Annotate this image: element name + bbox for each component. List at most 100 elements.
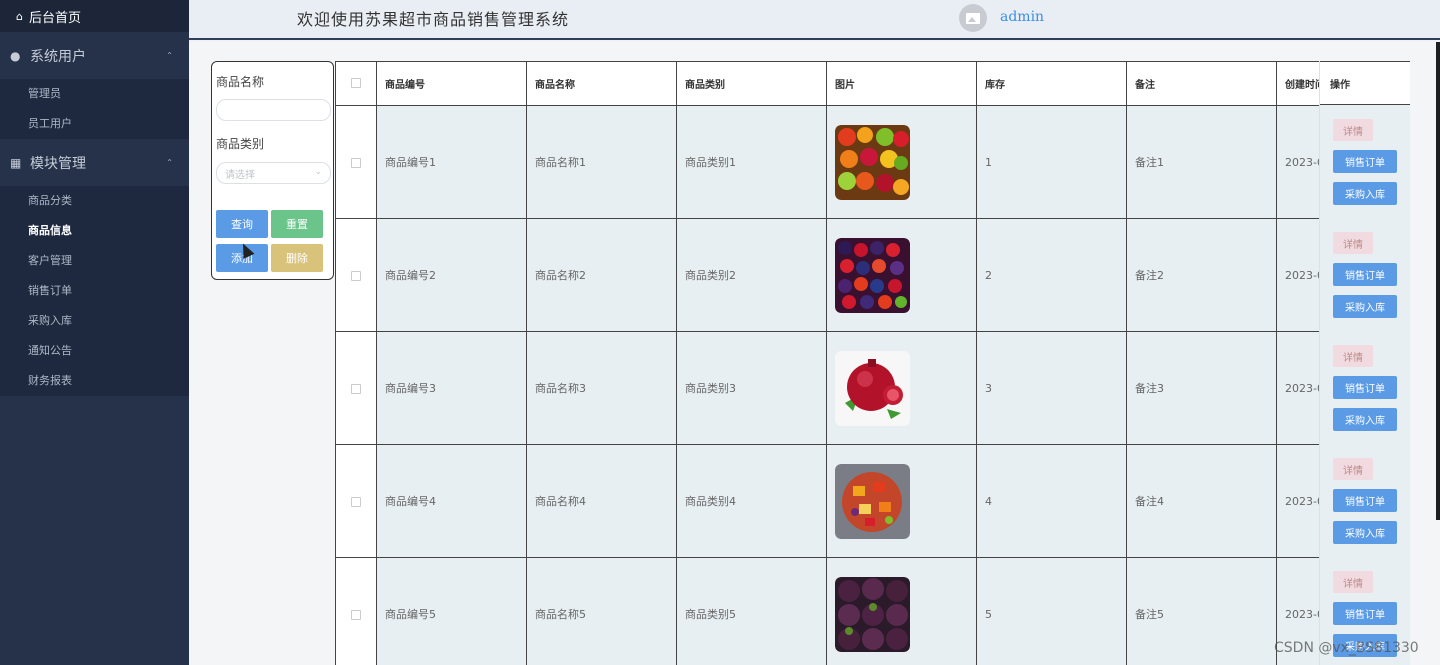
column-header: 商品编号 bbox=[376, 61, 527, 106]
cell-image bbox=[826, 105, 977, 219]
cell-stock: 1 bbox=[976, 105, 1127, 219]
grid-icon: ▦ bbox=[10, 155, 22, 170]
detail-button[interactable]: 详情 bbox=[1333, 345, 1373, 367]
scrollbar[interactable] bbox=[1436, 42, 1440, 520]
select-all-checkbox[interactable] bbox=[335, 61, 377, 106]
cell-name: 商品名称4 bbox=[526, 444, 677, 558]
select-placeholder: 请选择 bbox=[225, 169, 255, 181]
detail-button[interactable]: 详情 bbox=[1333, 119, 1373, 141]
sidebar-item-sales-orders[interactable]: 销售订单 bbox=[0, 276, 189, 306]
main-content: 商品名称 商品类别 请选择 ⌄ 查询 重置 添加 删除 商品编号 商品名称 商品… bbox=[189, 42, 1440, 665]
cell-category: 商品类别5 bbox=[676, 557, 827, 665]
sidebar-item-product-info[interactable]: 商品信息 bbox=[0, 216, 189, 246]
cell-image bbox=[826, 218, 977, 332]
query-button[interactable]: 查询 bbox=[216, 210, 268, 238]
cell-stock: 2 bbox=[976, 218, 1127, 332]
cell-code: 商品编号3 bbox=[376, 331, 527, 445]
purchase-in-button[interactable]: 采购入库 bbox=[1333, 295, 1397, 318]
row-checkbox[interactable] bbox=[335, 444, 377, 558]
detail-button[interactable]: 详情 bbox=[1333, 571, 1373, 593]
detail-button[interactable]: 详情 bbox=[1333, 232, 1373, 254]
cell-note: 备注1 bbox=[1126, 105, 1277, 219]
cell-stock: 4 bbox=[976, 444, 1127, 558]
sales-order-button[interactable]: 销售订单 bbox=[1333, 150, 1397, 173]
cell-code: 商品编号2 bbox=[376, 218, 527, 332]
image-icon bbox=[966, 12, 980, 24]
row-checkbox[interactable] bbox=[335, 218, 377, 332]
product-image[interactable] bbox=[835, 463, 910, 539]
cell-name: 商品名称5 bbox=[526, 557, 677, 665]
operations-column: 操作 详情 销售订单 采购入库 详情 销售订单 采购入库 详情 销售订单 采购入… bbox=[1319, 61, 1410, 665]
cell-name: 商品名称1 bbox=[526, 105, 677, 219]
sidebar-submenu: 管理员 员工用户 bbox=[0, 79, 189, 139]
product-image[interactable] bbox=[835, 124, 910, 200]
sidebar-group-system-users[interactable]: ● 系统用户 ⌃ bbox=[0, 32, 189, 79]
table-row: 商品编号1 商品名称1 商品类别1 1 备注1 2023-0 bbox=[335, 105, 1410, 219]
product-image[interactable] bbox=[835, 576, 910, 652]
purchase-in-button[interactable]: 采购入库 bbox=[1333, 408, 1397, 431]
sidebar-item-admin[interactable]: 管理员 bbox=[0, 79, 189, 109]
detail-button[interactable]: 详情 bbox=[1333, 458, 1373, 480]
table-header-row: 商品编号 商品名称 商品类别 图片 库存 备注 创建时间 bbox=[335, 61, 1410, 106]
cell-code: 商品编号5 bbox=[376, 557, 527, 665]
sidebar-item-customers[interactable]: 客户管理 bbox=[0, 246, 189, 276]
reset-button[interactable]: 重置 bbox=[271, 210, 323, 238]
product-image[interactable] bbox=[835, 237, 910, 313]
cell-name: 商品名称2 bbox=[526, 218, 677, 332]
product-name-input[interactable] bbox=[216, 99, 331, 121]
top-header: 欢迎使用苏果超市商品销售管理系统 admin bbox=[189, 0, 1440, 40]
table-row: 商品编号3 商品名称3 商品类别3 3 备注3 2023-0 bbox=[335, 331, 1410, 445]
avatar[interactable] bbox=[959, 4, 987, 32]
sales-order-button[interactable]: 销售订单 bbox=[1333, 602, 1397, 625]
sidebar-home[interactable]: ⌂ 后台首页 bbox=[0, 0, 189, 32]
cell-note: 备注3 bbox=[1126, 331, 1277, 445]
product-image[interactable] bbox=[835, 350, 910, 426]
row-checkbox[interactable] bbox=[335, 331, 377, 445]
chevron-up-icon: ⌃ bbox=[166, 158, 173, 167]
sidebar-group-modules[interactable]: ▦ 模块管理 ⌃ bbox=[0, 139, 189, 186]
column-header: 备注 bbox=[1126, 61, 1277, 106]
cell-stock: 3 bbox=[976, 331, 1127, 445]
column-header: 商品名称 bbox=[526, 61, 677, 106]
cell-category: 商品类别4 bbox=[676, 444, 827, 558]
page-title: 欢迎使用苏果超市商品销售管理系统 bbox=[297, 10, 570, 29]
user-icon: ● bbox=[10, 48, 21, 63]
purchase-in-button[interactable]: 采购入库 bbox=[1333, 182, 1397, 205]
cell-note: 备注2 bbox=[1126, 218, 1277, 332]
column-header: 操作 bbox=[1320, 61, 1410, 105]
product-category-label: 商品类别 bbox=[216, 137, 265, 151]
sales-order-button[interactable]: 销售订单 bbox=[1333, 489, 1397, 512]
search-panel: 商品名称 商品类别 请选择 ⌄ 查询 重置 添加 删除 bbox=[211, 61, 334, 280]
table-row: 商品编号5 商品名称5 商品类别5 5 备注5 2023-0 bbox=[335, 557, 1410, 665]
delete-button[interactable]: 删除 bbox=[271, 244, 323, 272]
sales-order-button[interactable]: 销售订单 bbox=[1333, 376, 1397, 399]
cell-category: 商品类别1 bbox=[676, 105, 827, 219]
row-actions: 详情 销售订单 采购入库 bbox=[1320, 105, 1410, 218]
row-checkbox[interactable] bbox=[335, 105, 377, 219]
column-header: 商品类别 bbox=[676, 61, 827, 106]
sidebar-item-finance[interactable]: 财务报表 bbox=[0, 366, 189, 396]
sidebar-item-notices[interactable]: 通知公告 bbox=[0, 336, 189, 366]
username[interactable]: admin bbox=[1000, 9, 1044, 25]
home-icon: ⌂ bbox=[16, 9, 23, 23]
column-header: 图片 bbox=[826, 61, 977, 106]
row-checkbox[interactable] bbox=[335, 557, 377, 665]
sidebar-home-label: 后台首页 bbox=[28, 10, 81, 26]
sidebar-item-staff[interactable]: 员工用户 bbox=[0, 109, 189, 139]
sidebar-group-label: 系统用户 bbox=[30, 48, 86, 65]
cell-note: 备注4 bbox=[1126, 444, 1277, 558]
cell-category: 商品类别2 bbox=[676, 218, 827, 332]
cell-image bbox=[826, 444, 977, 558]
product-table: 商品编号 商品名称 商品类别 图片 库存 备注 创建时间 商品编号1 商品名称1… bbox=[335, 61, 1410, 665]
cell-name: 商品名称3 bbox=[526, 331, 677, 445]
cell-stock: 5 bbox=[976, 557, 1127, 665]
column-header: 库存 bbox=[976, 61, 1127, 106]
sales-order-button[interactable]: 销售订单 bbox=[1333, 263, 1397, 286]
sidebar-item-category[interactable]: 商品分类 bbox=[0, 186, 189, 216]
sidebar-item-purchase[interactable]: 采购入库 bbox=[0, 306, 189, 336]
purchase-in-button[interactable]: 采购入库 bbox=[1333, 521, 1397, 544]
row-actions: 详情 销售订单 采购入库 bbox=[1320, 331, 1410, 444]
cell-note: 备注5 bbox=[1126, 557, 1277, 665]
product-category-select[interactable]: 请选择 ⌄ bbox=[216, 162, 331, 184]
table-row: 商品编号2 商品名称2 商品类别2 2 备注2 2023-0 bbox=[335, 218, 1410, 332]
